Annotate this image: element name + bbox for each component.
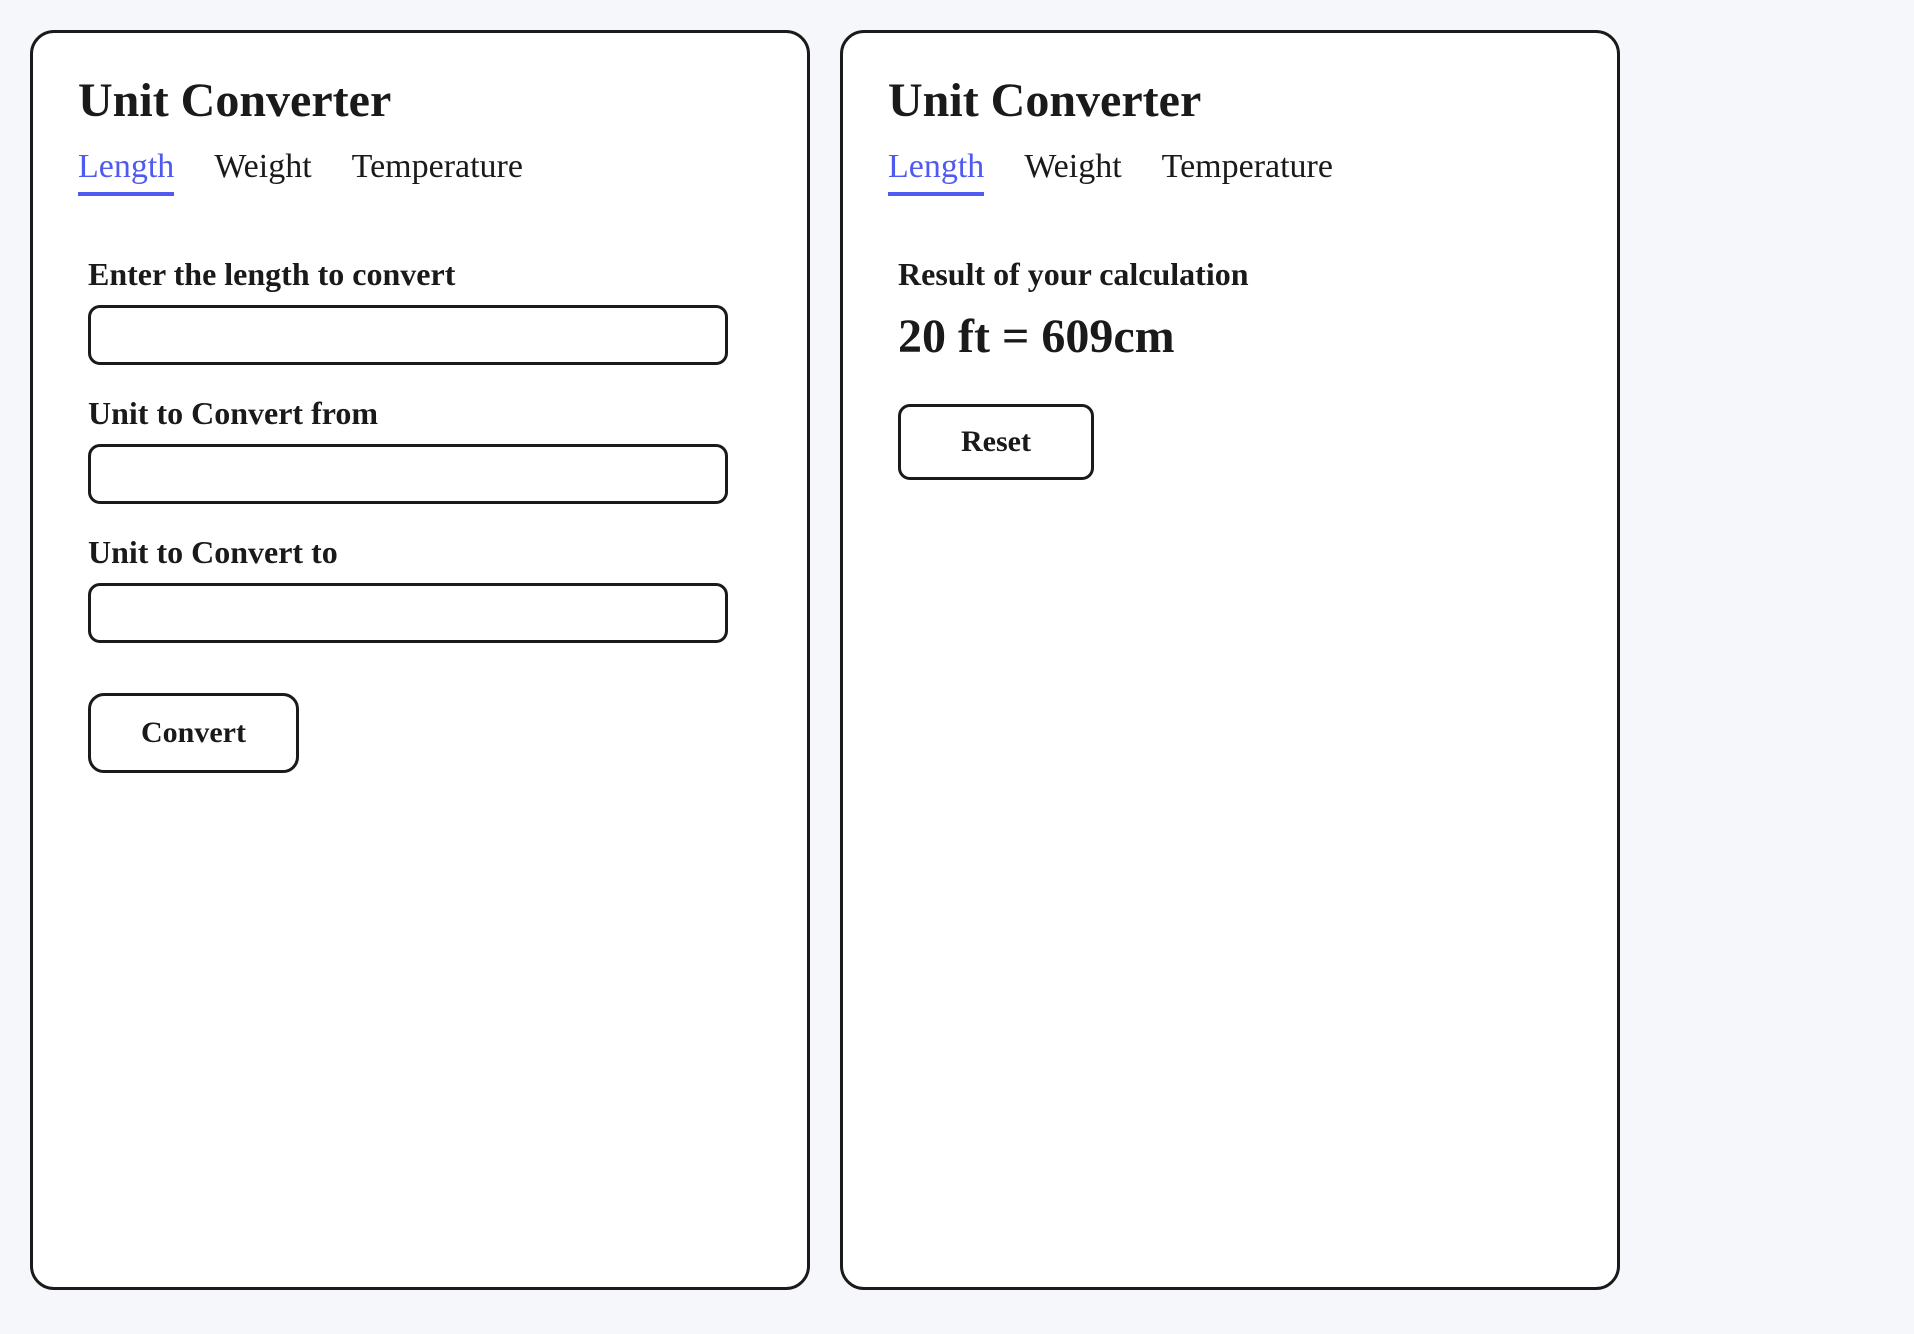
tab-length[interactable]: Length xyxy=(78,148,174,196)
from-unit-input[interactable] xyxy=(88,444,728,504)
tab-weight[interactable]: Weight xyxy=(214,148,311,196)
tabs-nav: Length Weight Temperature xyxy=(78,148,762,196)
value-label: Enter the length to convert xyxy=(88,256,762,293)
app-title: Unit Converter xyxy=(888,73,1572,128)
reset-button[interactable]: Reset xyxy=(898,404,1094,480)
tabs-nav: Length Weight Temperature xyxy=(888,148,1572,196)
result-label: Result of your calculation xyxy=(888,256,1572,293)
converter-card-input: Unit Converter Length Weight Temperature… xyxy=(30,30,810,1290)
to-label: Unit to Convert to xyxy=(88,534,762,571)
convert-button[interactable]: Convert xyxy=(88,693,299,773)
form-group-to: Unit to Convert to xyxy=(78,534,762,643)
tab-temperature[interactable]: Temperature xyxy=(1162,148,1333,196)
form-group-from: Unit to Convert from xyxy=(78,395,762,504)
form-group-value: Enter the length to convert xyxy=(78,256,762,365)
to-unit-input[interactable] xyxy=(88,583,728,643)
tab-length[interactable]: Length xyxy=(888,148,984,196)
result-value: 20 ft = 609cm xyxy=(888,309,1572,364)
app-title: Unit Converter xyxy=(78,73,762,128)
tab-weight[interactable]: Weight xyxy=(1024,148,1121,196)
value-input[interactable] xyxy=(88,305,728,365)
converter-card-result: Unit Converter Length Weight Temperature… xyxy=(840,30,1620,1290)
tab-temperature[interactable]: Temperature xyxy=(352,148,523,196)
from-label: Unit to Convert from xyxy=(88,395,762,432)
